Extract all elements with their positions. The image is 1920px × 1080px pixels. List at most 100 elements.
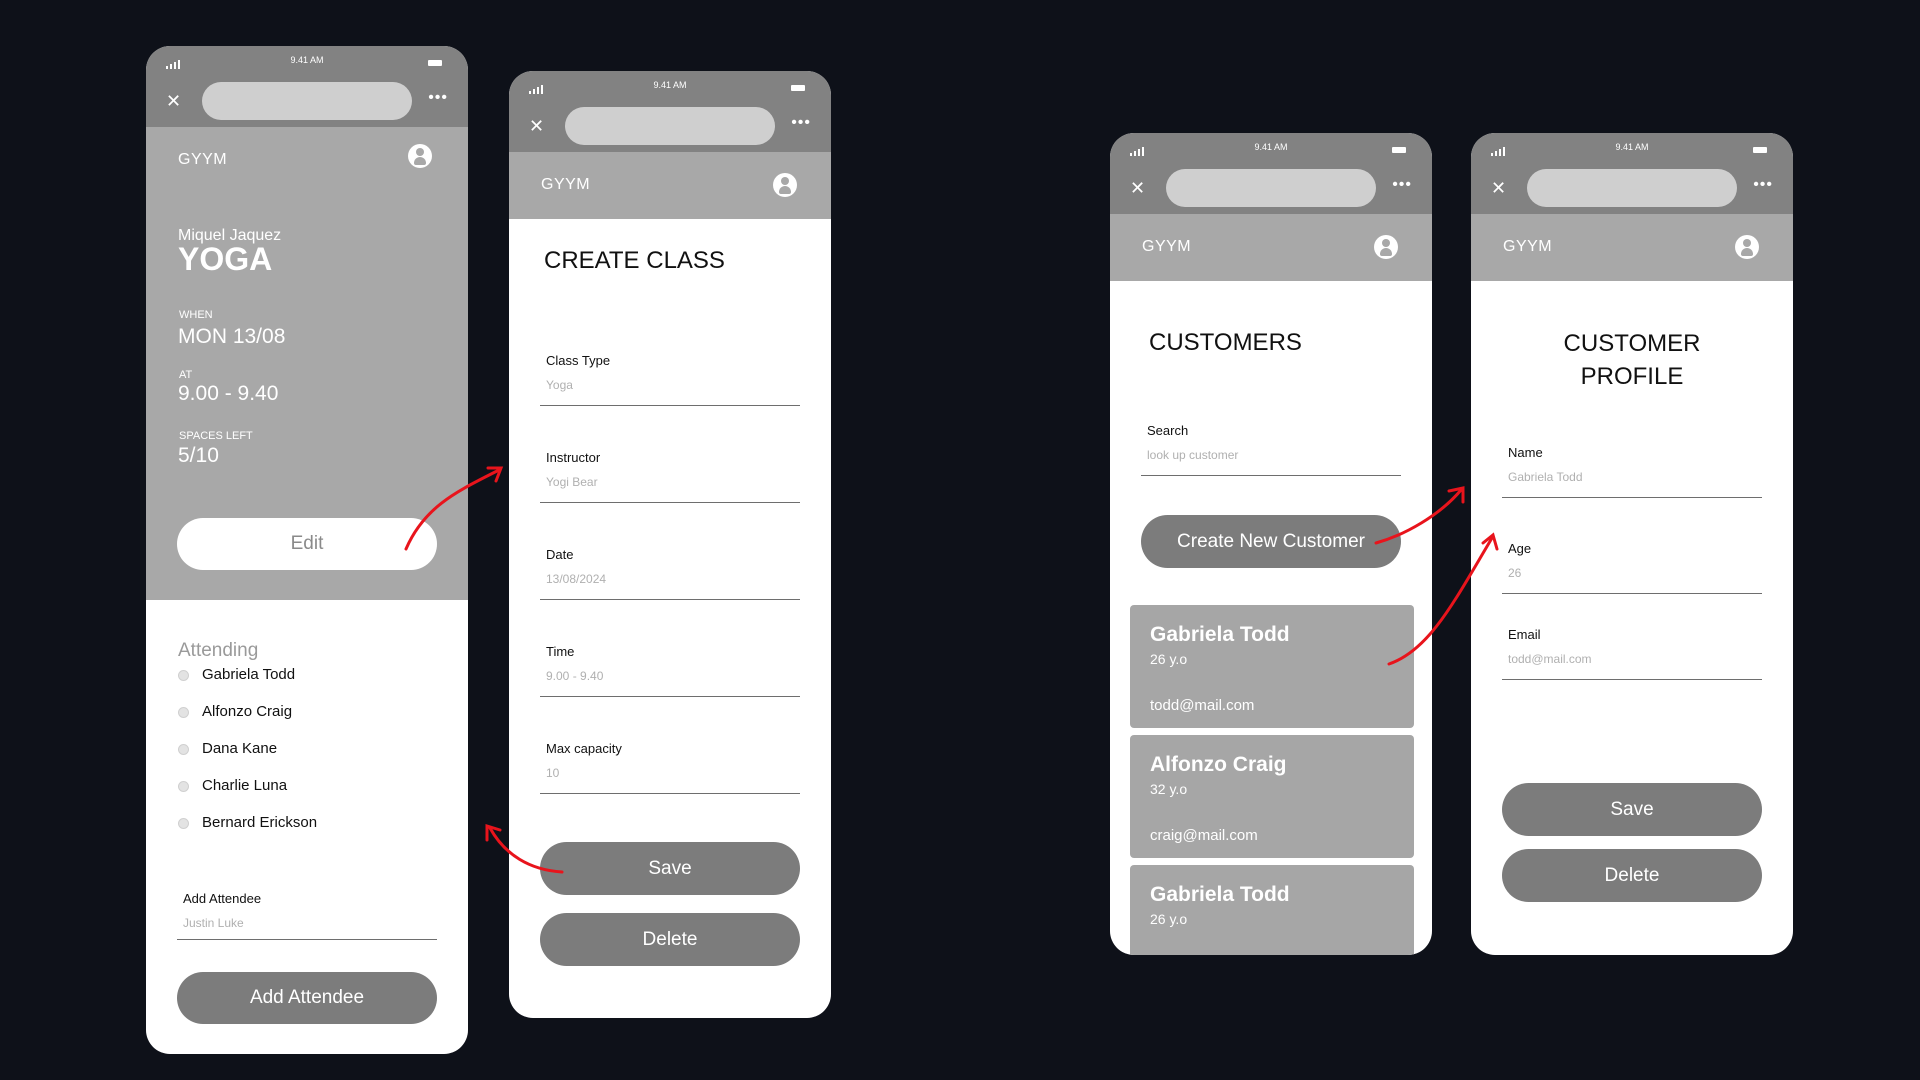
form-field-input[interactable]: Yoga xyxy=(546,378,573,392)
page-title-line1: CUSTOMER xyxy=(1563,330,1701,357)
attendee-bullet-icon xyxy=(178,781,189,792)
form-field[interactable]: Age 26 xyxy=(1502,541,1762,594)
form-field-input[interactable]: todd@mail.com xyxy=(1508,652,1592,666)
attendee-list-item[interactable]: Bernard Erickson xyxy=(178,812,438,834)
customer-card[interactable]: Gabriela Todd 26 y.o xyxy=(1130,865,1414,955)
delete-button[interactable]: Delete xyxy=(540,913,800,966)
more-icon[interactable]: ••• xyxy=(791,113,811,133)
url-bar[interactable] xyxy=(1166,169,1376,207)
brand-logo: GYYM xyxy=(178,151,228,168)
class-hero: GYYM Miquel Jaquez YOGA WHEN MON 13/08 A… xyxy=(146,127,468,600)
form-field-input[interactable]: Yogi Bear xyxy=(546,475,598,489)
attendee-bullet-icon xyxy=(178,670,189,681)
browser-bar: ✕ ••• xyxy=(509,104,831,152)
form-field[interactable]: Date 13/08/2024 xyxy=(540,547,800,600)
browser-bar: ✕ ••• xyxy=(146,79,468,127)
status-bar: 9.41 AM xyxy=(509,71,831,105)
form-field-input[interactable]: 9.00 - 9.40 xyxy=(546,669,603,683)
customer-name: Gabriela Todd xyxy=(1150,623,1290,646)
url-bar[interactable] xyxy=(202,82,412,120)
page-title: CREATE CLASS xyxy=(544,247,725,274)
save-button[interactable]: Save xyxy=(540,842,800,895)
close-icon[interactable]: ✕ xyxy=(1130,178,1145,198)
form-field[interactable]: Instructor Yogi Bear xyxy=(540,450,800,503)
at-label: AT xyxy=(179,369,193,381)
close-icon[interactable]: ✕ xyxy=(529,116,544,136)
save-button[interactable]: Save xyxy=(1502,783,1762,836)
phone-create-class: 9.41 AM ✕ ••• GYYM CREATE CLASS Save Del… xyxy=(509,71,831,1018)
add-attendee-field[interactable]: Add Attendee Justin Luke xyxy=(177,891,437,940)
battery-icon xyxy=(1753,147,1767,153)
form-field-label: Email xyxy=(1508,627,1541,642)
profile-icon[interactable] xyxy=(1735,235,1759,259)
arrow-create-to-profile-head xyxy=(1447,486,1465,504)
attendee-name: Charlie Luna xyxy=(202,777,288,794)
browser-bar: ✕ ••• xyxy=(1110,166,1432,214)
form-field-label: Age xyxy=(1508,541,1532,556)
customer-age: 26 y.o xyxy=(1150,651,1188,667)
form-field-label: Instructor xyxy=(546,450,601,465)
form-field-input[interactable]: 26 xyxy=(1508,566,1521,580)
search-field[interactable]: Search look up customer xyxy=(1141,423,1401,476)
customer-card[interactable]: Alfonzo Craig 32 y.o craig@mail.com xyxy=(1130,735,1414,858)
status-bar: 9.41 AM xyxy=(1110,133,1432,167)
create-new-customer-button[interactable]: Create New Customer xyxy=(1141,515,1401,568)
attendee-list-item[interactable]: Charlie Luna xyxy=(178,775,438,797)
delete-button[interactable]: Delete xyxy=(1502,849,1762,902)
close-icon[interactable]: ✕ xyxy=(1491,178,1506,198)
more-icon[interactable]: ••• xyxy=(1392,175,1412,195)
at-value: 9.00 - 9.40 xyxy=(178,382,279,405)
form-field[interactable]: Email todd@mail.com xyxy=(1502,627,1762,680)
form-field-label: Max capacity xyxy=(546,741,622,756)
attendee-list-item[interactable]: Dana Kane xyxy=(178,738,438,760)
form-field-label: Class Type xyxy=(546,353,611,368)
attendee-bullet-icon xyxy=(178,818,189,829)
url-bar[interactable] xyxy=(565,107,775,145)
page-title-line2: PROFILE xyxy=(1580,363,1684,390)
profile-icon[interactable] xyxy=(1374,235,1398,259)
form-field-input[interactable]: Gabriela Todd xyxy=(1508,470,1583,484)
form-field-input[interactable]: 10 xyxy=(546,766,559,780)
customer-age: 26 y.o xyxy=(1150,911,1188,927)
attendee-list-item[interactable]: Alfonzo Craig xyxy=(178,701,438,723)
brand-logo: GYYM xyxy=(541,176,591,193)
when-value: MON 13/08 xyxy=(178,325,286,348)
status-time: 9.41 AM xyxy=(290,55,324,65)
add-attendee-button[interactable]: Add Attendee xyxy=(177,972,437,1024)
add-attendee-input[interactable]: Justin Luke xyxy=(183,916,244,930)
close-icon[interactable]: ✕ xyxy=(166,91,181,111)
attendee-bullet-icon xyxy=(178,707,189,718)
more-icon[interactable]: ••• xyxy=(1753,175,1773,195)
page-title: CUSTOMER PROFILE xyxy=(1471,327,1793,393)
status-time: 9.41 AM xyxy=(653,80,687,90)
status-time: 9.41 AM xyxy=(1254,142,1288,152)
profile-icon[interactable] xyxy=(408,144,432,168)
class-name: YOGA xyxy=(178,241,273,277)
add-attendee-label: Add Attendee xyxy=(183,891,262,906)
form-field[interactable]: Max capacity 10 xyxy=(540,741,800,794)
attendee-list-item[interactable]: Gabriela Todd xyxy=(178,664,438,686)
profile-icon[interactable] xyxy=(773,173,797,197)
more-icon[interactable]: ••• xyxy=(428,88,448,108)
search-input[interactable]: look up customer xyxy=(1147,448,1238,462)
edit-button[interactable]: Edit xyxy=(177,518,437,570)
form-field[interactable]: Class Type Yoga xyxy=(540,353,800,406)
form-field[interactable]: Time 9.00 - 9.40 xyxy=(540,644,800,697)
customer-name: Gabriela Todd xyxy=(1150,883,1290,906)
form-field-input[interactable]: 13/08/2024 xyxy=(546,572,606,586)
phone-customer-profile: 9.41 AM ✕ ••• GYYM CUSTOMER PROFILE Save… xyxy=(1471,133,1793,955)
attendee-name: Alfonzo Craig xyxy=(202,703,293,720)
app-header: GYYM xyxy=(509,152,831,219)
battery-icon xyxy=(428,60,442,66)
form-field-label: Time xyxy=(546,644,575,659)
url-bar[interactable] xyxy=(1527,169,1737,207)
attendee-name: Gabriela Todd xyxy=(202,666,296,683)
status-bar: 9.41 AM xyxy=(1471,133,1793,167)
customer-card[interactable]: Gabriela Todd 26 y.o todd@mail.com xyxy=(1130,605,1414,728)
attending-label: Attending xyxy=(178,640,259,661)
form-field[interactable]: Name Gabriela Todd xyxy=(1502,445,1762,498)
attendee-name: Dana Kane xyxy=(202,740,278,757)
brand-logo: GYYM xyxy=(1503,238,1553,255)
phone-class-detail: 9.41 AM ✕ ••• GYYM Miquel Jaquez YOGA WH… xyxy=(146,46,468,1054)
battery-icon xyxy=(1392,147,1406,153)
